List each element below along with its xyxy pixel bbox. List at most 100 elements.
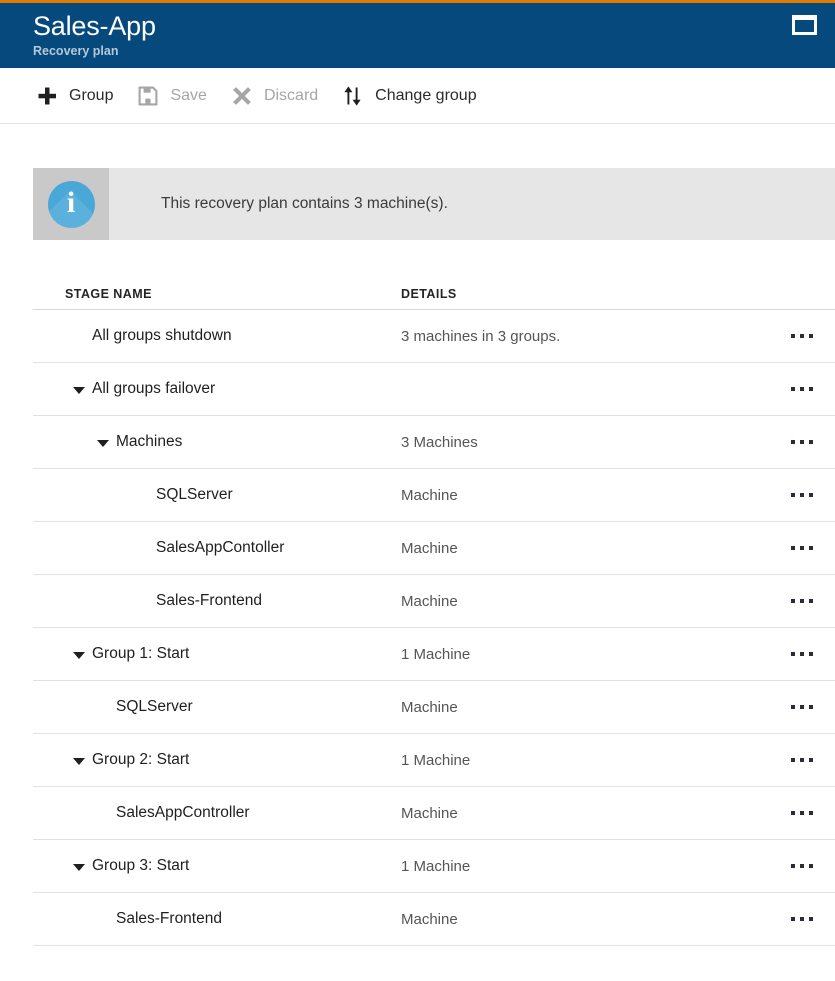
stage-name-label: Group 3: Start <box>92 857 190 874</box>
ellipsis-icon[interactable] <box>783 695 821 719</box>
save-label: Save <box>170 86 207 104</box>
cell-actions <box>761 589 835 613</box>
stage-name-label: All groups shutdown <box>92 327 232 344</box>
chevron-down-icon[interactable] <box>73 648 86 661</box>
table-row[interactable]: SalesAppController Machine <box>33 787 835 840</box>
ellipsis-icon[interactable] <box>783 536 821 560</box>
cell-details: 3 machines in 3 groups. <box>401 327 561 345</box>
ellipsis-icon[interactable] <box>783 642 821 666</box>
sort-arrows-icon <box>342 85 364 107</box>
change-group-label: Change group <box>375 86 477 104</box>
chevron-down-icon[interactable] <box>73 860 86 873</box>
ellipsis-icon[interactable] <box>783 483 821 507</box>
cell-details: 1 Machine <box>401 645 471 663</box>
add-group-command[interactable]: Group <box>28 76 129 116</box>
cell-stage-name: Group 2: Start <box>33 751 401 769</box>
cell-details: Machine <box>401 486 458 504</box>
table-row[interactable]: Sales-Frontend Machine <box>33 575 835 628</box>
info-banner: i This recovery plan contains 3 machine(… <box>33 168 835 240</box>
stage-name-label: Sales-Frontend <box>116 910 222 927</box>
cell-stage-name: Group 3: Start <box>33 857 401 875</box>
blade-content: i This recovery plan contains 3 machine(… <box>0 168 835 946</box>
info-icon-container: i <box>33 168 109 240</box>
table-row[interactable]: SQLServer Machine <box>33 681 835 734</box>
discard-label: Discard <box>263 86 319 104</box>
ellipsis-icon[interactable] <box>783 324 821 348</box>
cell-details: Machine <box>401 910 458 928</box>
stage-name-label: SalesAppContoller <box>156 539 285 556</box>
cell-stage-name: Sales-Frontend <box>33 910 401 928</box>
chevron-placeholder <box>137 489 150 502</box>
chevron-placeholder <box>73 330 86 343</box>
cell-actions <box>761 377 835 401</box>
ellipsis-icon[interactable] <box>783 907 821 931</box>
info-banner-message: This recovery plan contains 3 machine(s)… <box>161 195 448 212</box>
table-row[interactable]: SalesAppContoller Machine <box>33 522 835 575</box>
stage-name-label: Group 2: Start <box>92 751 190 768</box>
cell-stage-name: All groups failover <box>33 380 401 398</box>
cell-actions <box>761 854 835 878</box>
table-row[interactable]: Sales-Frontend Machine <box>33 893 835 946</box>
chevron-down-icon[interactable] <box>73 383 86 396</box>
cell-details: 1 Machine <box>401 751 471 769</box>
cell-stage-name: SQLServer <box>33 486 401 504</box>
page-subtitle: Recovery plan <box>33 44 119 58</box>
grid-header-row: STAGE NAME DETAILS <box>33 273 835 310</box>
cell-stage-name: SalesAppContoller <box>33 539 401 557</box>
chevron-placeholder <box>137 542 150 555</box>
save-command[interactable]: Save <box>129 76 222 116</box>
stage-name-label: Machines <box>116 433 183 450</box>
stage-name-label: SalesAppController <box>116 804 250 821</box>
cell-details: 1 Machine <box>401 857 471 875</box>
stage-name-label: Sales-Frontend <box>156 592 262 609</box>
chevron-placeholder <box>97 913 110 926</box>
chevron-placeholder <box>97 807 110 820</box>
ellipsis-icon[interactable] <box>783 589 821 613</box>
cell-actions <box>761 748 835 772</box>
plus-icon <box>36 85 58 107</box>
table-row[interactable]: Group 3: Start 1 Machine <box>33 840 835 893</box>
cell-actions <box>761 483 835 507</box>
command-toolbar: Group Save Discard Change group <box>0 68 835 124</box>
discard-command[interactable]: Discard <box>223 76 334 116</box>
cell-stage-name: Group 1: Start <box>33 645 401 663</box>
cell-actions <box>761 695 835 719</box>
cell-actions <box>761 642 835 666</box>
ellipsis-icon[interactable] <box>783 430 821 454</box>
chevron-down-icon[interactable] <box>97 436 110 449</box>
cell-actions <box>761 324 835 348</box>
stage-name-label: SQLServer <box>156 486 233 503</box>
blade-header: Sales-App Recovery plan <box>0 3 835 68</box>
cross-icon <box>231 85 253 107</box>
ellipsis-icon[interactable] <box>783 801 821 825</box>
table-row[interactable]: SQLServer Machine <box>33 469 835 522</box>
stage-name-label: SQLServer <box>116 698 193 715</box>
cell-details: Machine <box>401 592 458 610</box>
cell-stage-name: Machines <box>33 433 401 451</box>
cell-stage-name: All groups shutdown <box>33 327 401 345</box>
grid-body: All groups shutdown 3 machines in 3 group… <box>33 310 835 946</box>
ellipsis-icon[interactable] <box>783 377 821 401</box>
table-row[interactable]: All groups failover <box>33 363 835 416</box>
chevron-down-icon[interactable] <box>73 754 86 767</box>
change-group-command[interactable]: Change group <box>334 76 492 116</box>
ellipsis-icon[interactable] <box>783 748 821 772</box>
table-row[interactable]: All groups shutdown 3 machines in 3 group… <box>33 310 835 363</box>
table-row[interactable]: Group 1: Start 1 Machine <box>33 628 835 681</box>
page-title: Sales-App <box>33 11 156 41</box>
chevron-placeholder <box>137 595 150 608</box>
cell-stage-name: Sales-Frontend <box>33 592 401 610</box>
cell-details: Machine <box>401 698 458 716</box>
column-header-details: DETAILS <box>401 287 457 301</box>
stage-name-label: All groups failover <box>92 380 216 397</box>
add-group-label: Group <box>69 86 114 104</box>
cell-stage-name: SalesAppController <box>33 804 401 822</box>
table-row[interactable]: Group 2: Start 1 Machine <box>33 734 835 787</box>
ellipsis-icon[interactable] <box>783 854 821 878</box>
cell-actions <box>761 430 835 454</box>
maximize-button[interactable] <box>791 14 817 36</box>
cell-actions <box>761 536 835 560</box>
cell-stage-name: SQLServer <box>33 698 401 716</box>
column-header-stage-name: STAGE NAME <box>65 287 152 301</box>
table-row[interactable]: Machines 3 Machines <box>33 416 835 469</box>
